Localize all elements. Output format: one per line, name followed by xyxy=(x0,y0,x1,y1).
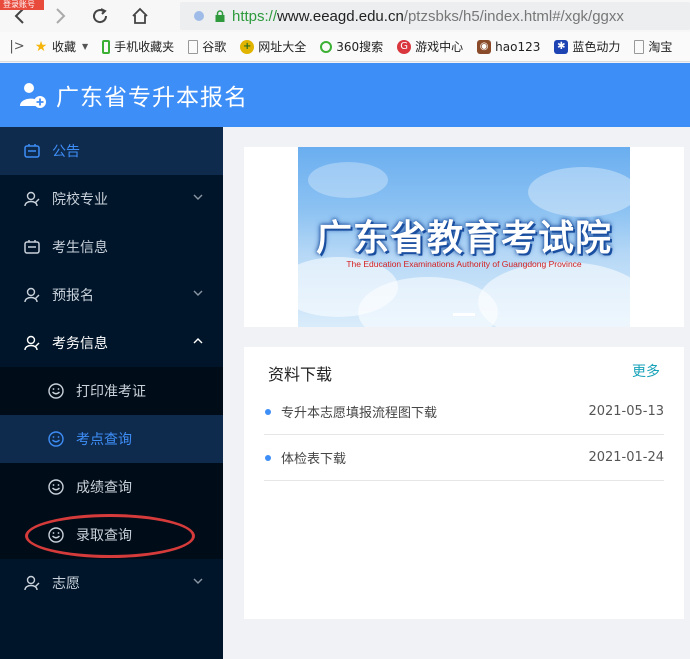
banner-title: 广东省教育考试院 xyxy=(315,218,612,259)
download-date: 2021-01-24 xyxy=(588,450,664,465)
card-icon xyxy=(22,237,42,257)
bookmark-item[interactable]: 淘宝 xyxy=(634,38,672,55)
url-host: www.eeagd.edu.cn xyxy=(277,7,404,25)
sidebar-item-label: 打印准考证 xyxy=(76,384,146,400)
smile-icon xyxy=(46,429,66,449)
sidebar-item-exam-affairs[interactable]: 考务信息 xyxy=(0,319,223,367)
page-icon xyxy=(188,39,199,54)
chevron-down-icon xyxy=(193,578,203,584)
plus-icon: + xyxy=(240,39,255,54)
download-date: 2021-05-13 xyxy=(588,404,664,419)
sidebar-item-label: 志愿 xyxy=(52,576,80,592)
user-icon xyxy=(22,333,42,353)
sidebar-item-label: 公告 xyxy=(52,144,80,160)
site-info-icon[interactable] xyxy=(194,11,204,21)
more-link[interactable]: 更多 xyxy=(632,361,660,381)
forward-button[interactable] xyxy=(40,0,80,32)
download-title[interactable]: 专升本志愿填报流程图下载 xyxy=(281,402,437,421)
bookmark-item[interactable]: 谷歌 xyxy=(188,38,226,55)
lock-icon xyxy=(215,10,225,22)
chevron-right-icon xyxy=(56,8,66,24)
smile-icon xyxy=(46,381,66,401)
bookmark-item[interactable]: ✱ 蓝色动力 xyxy=(554,38,620,55)
carousel-indicator[interactable] xyxy=(453,313,475,316)
home-button[interactable] xyxy=(120,0,160,32)
sidebar-item-colleges[interactable]: 院校专业 xyxy=(0,175,223,223)
banner-subtitle: The Education Examinations Authority of … xyxy=(346,259,582,269)
exam-affairs-submenu: 打印准考证 考点查询 成绩查询 录取查询 xyxy=(0,367,223,559)
chevron-down-icon xyxy=(193,194,203,200)
sidebar-item-score-query[interactable]: 成绩查询 xyxy=(0,463,223,511)
app-header: 广东省专升本报名 xyxy=(0,63,690,127)
address-bar[interactable]: https://www.eeagd.edu.cn/ptzsbks/h5/inde… xyxy=(180,2,690,30)
caret-down-icon: ▼ xyxy=(82,42,89,51)
reload-icon xyxy=(93,8,108,24)
user-icon xyxy=(22,573,42,593)
corner-tag: 登录账号 xyxy=(0,0,44,10)
sidebar-item-label: 考点查询 xyxy=(76,432,132,448)
sidebar-item-label: 成绩查询 xyxy=(76,480,132,496)
search-360-icon xyxy=(320,40,333,53)
sidebar-toggle-icon[interactable]: |> xyxy=(6,39,28,54)
phone-icon xyxy=(102,39,111,54)
bullet-icon xyxy=(265,454,271,461)
user-icon xyxy=(22,285,42,305)
sidebar-item-label: 考生信息 xyxy=(52,240,108,256)
banner-carousel[interactable]: 广东省教育考试院 The Education Examinations Auth… xyxy=(298,147,630,327)
chevron-down-icon xyxy=(193,290,203,296)
sidebar: 公告 院校专业 考生信息 预报名 考务信息 打印准考证 考点查询 成绩查询 录取… xyxy=(0,127,223,659)
download-title[interactable]: 体检表下载 xyxy=(281,448,346,467)
sidebar-item-label: 院校专业 xyxy=(52,192,108,208)
paw-icon: ✱ xyxy=(554,39,569,54)
bookmark-item[interactable]: + 网址大全 xyxy=(240,38,306,55)
bookmarks-bar: |> ★ 收藏 ▼ 手机收藏夹 谷歌 + 网址大全 360搜索 G 游戏中心 ◉ hao1… xyxy=(0,32,690,62)
bookmark-item[interactable]: G 游戏中心 xyxy=(397,38,463,55)
banner-card: 广东省教育考试院 The Education Examinations Auth… xyxy=(244,147,684,327)
page-icon xyxy=(634,39,645,54)
user-add-icon xyxy=(20,83,46,108)
sidebar-item-label: 录取查询 xyxy=(76,528,132,544)
bullet-icon xyxy=(265,408,271,415)
smile-icon xyxy=(46,525,66,545)
downloads-heading: 资料下载 xyxy=(268,365,333,384)
url-path: /ptzsbks/h5/index.html#/xgk/ggxx xyxy=(403,7,624,25)
sidebar-item-label: 考务信息 xyxy=(52,336,108,352)
browser-toolbar: https://www.eeagd.edu.cn/ptzsbks/h5/inde… xyxy=(0,0,690,32)
reload-button[interactable] xyxy=(80,0,120,32)
sidebar-item-exam-site[interactable]: 考点查询 xyxy=(0,415,223,463)
smile-icon xyxy=(46,477,66,497)
bookmark-item[interactable]: 360搜索 xyxy=(320,38,383,55)
home-icon xyxy=(132,7,148,24)
list-item[interactable]: 专升本志愿填报流程图下载 2021-05-13 xyxy=(264,389,664,435)
app-title: 广东省专升本报名 xyxy=(56,85,248,111)
bookmark-item[interactable]: ◉ hao123 xyxy=(477,39,540,54)
sidebar-item-student-info[interactable]: 考生信息 xyxy=(0,223,223,271)
sidebar-item-label: 预报名 xyxy=(52,288,94,304)
sidebar-item-volunteer[interactable]: 志愿 xyxy=(0,559,223,607)
downloads-card: 资料下载 更多 专升本志愿填报流程图下载 2021-05-13 体检表下载 20… xyxy=(244,347,684,619)
chevron-up-icon xyxy=(193,338,203,344)
hao123-icon: ◉ xyxy=(477,39,492,54)
game-icon: G xyxy=(397,39,412,54)
list-item[interactable]: 体检表下载 2021-01-24 xyxy=(264,435,664,481)
url-scheme: https:// xyxy=(232,7,278,25)
sidebar-item-pre-registration[interactable]: 预报名 xyxy=(0,271,223,319)
user-icon xyxy=(22,189,42,209)
bookmark-item[interactable]: 手机收藏夹 xyxy=(102,38,174,55)
sidebar-item-notice[interactable]: 公告 xyxy=(0,127,223,175)
notice-icon xyxy=(22,141,42,161)
sidebar-item-print-admission[interactable]: 打印准考证 xyxy=(0,367,223,415)
sidebar-item-admission-query[interactable]: 录取查询 xyxy=(0,511,223,559)
bookmark-item[interactable]: ★ 收藏 ▼ xyxy=(34,38,88,55)
star-icon: ★ xyxy=(34,38,48,55)
